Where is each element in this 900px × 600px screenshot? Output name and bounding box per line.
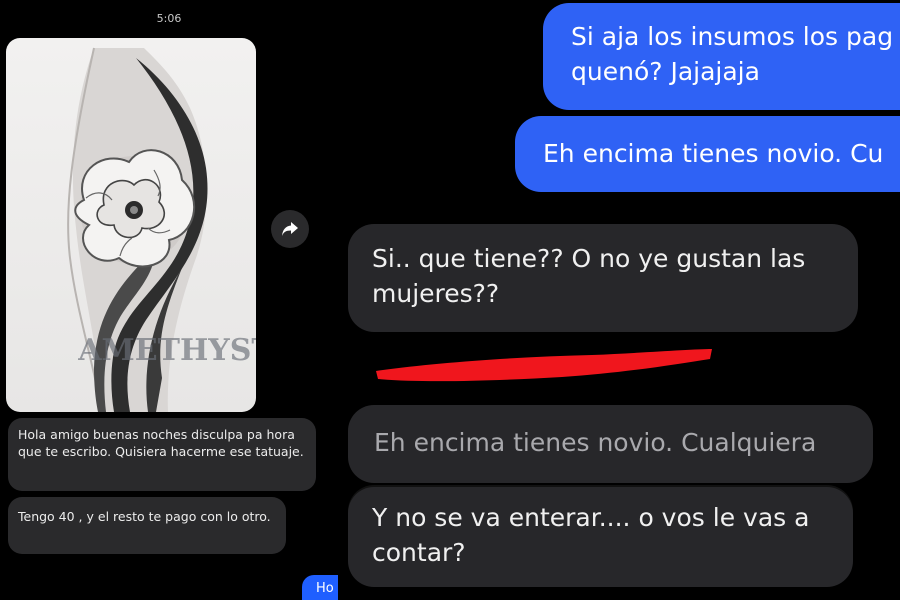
message-text: Hola amigo buenas noches disculpa pa hor… xyxy=(18,427,304,459)
message-line: quenó? Jajajaja xyxy=(571,57,760,86)
message-line: contar? xyxy=(372,538,466,567)
outgoing-message-partial[interactable]: Ho xyxy=(302,575,338,600)
message-line: Si.. que tiene?? O no ye gustan las xyxy=(372,244,806,273)
message-line: Eh encima tienes novio. Cu xyxy=(543,139,884,168)
incoming-message-2[interactable]: Tengo 40 , y el resto te pago con lo otr… xyxy=(8,497,286,554)
share-button[interactable] xyxy=(271,210,309,248)
message-line: Si aja los insumos los pag xyxy=(571,22,894,51)
red-redaction-mark xyxy=(376,349,712,382)
message-line: Y no se va enterar.... o vos le vas a xyxy=(372,503,810,532)
quoted-message[interactable]: Eh encima tienes novio. Cualquiera xyxy=(348,405,873,483)
incoming-message-3[interactable]: Si.. que tiene?? O no ye gustan las muje… xyxy=(348,224,858,332)
message-text: Tengo 40 , y el resto te pago con lo otr… xyxy=(18,509,271,524)
watermark: AMETHYST xyxy=(77,333,256,368)
quoted-text: Eh encima tienes novio. Cualquiera xyxy=(374,428,817,457)
outgoing-message-2[interactable]: Eh encima tienes novio. Cu xyxy=(515,116,900,192)
left-chat-panel: 5:06 AMETHYST Hola amigo buenas noches d… xyxy=(0,0,338,600)
incoming-message-1[interactable]: Hola amigo buenas noches disculpa pa hor… xyxy=(8,418,316,491)
message-text: Ho xyxy=(316,581,334,596)
outgoing-message-1[interactable]: Si aja los insumos los pag quenó? Jajaja… xyxy=(543,3,900,110)
tattoo-illustration: AMETHYST xyxy=(67,47,256,412)
tattoo-image[interactable]: AMETHYST xyxy=(6,38,256,412)
timestamp: 5:06 xyxy=(156,12,182,25)
share-arrow-icon xyxy=(282,222,298,236)
incoming-message-4[interactable]: Y no se va enterar.... o vos le vas a co… xyxy=(348,487,853,587)
right-chat-panel: Si aja los insumos los pag quenó? Jajaja… xyxy=(338,0,900,600)
message-line: mujeres?? xyxy=(372,279,500,308)
